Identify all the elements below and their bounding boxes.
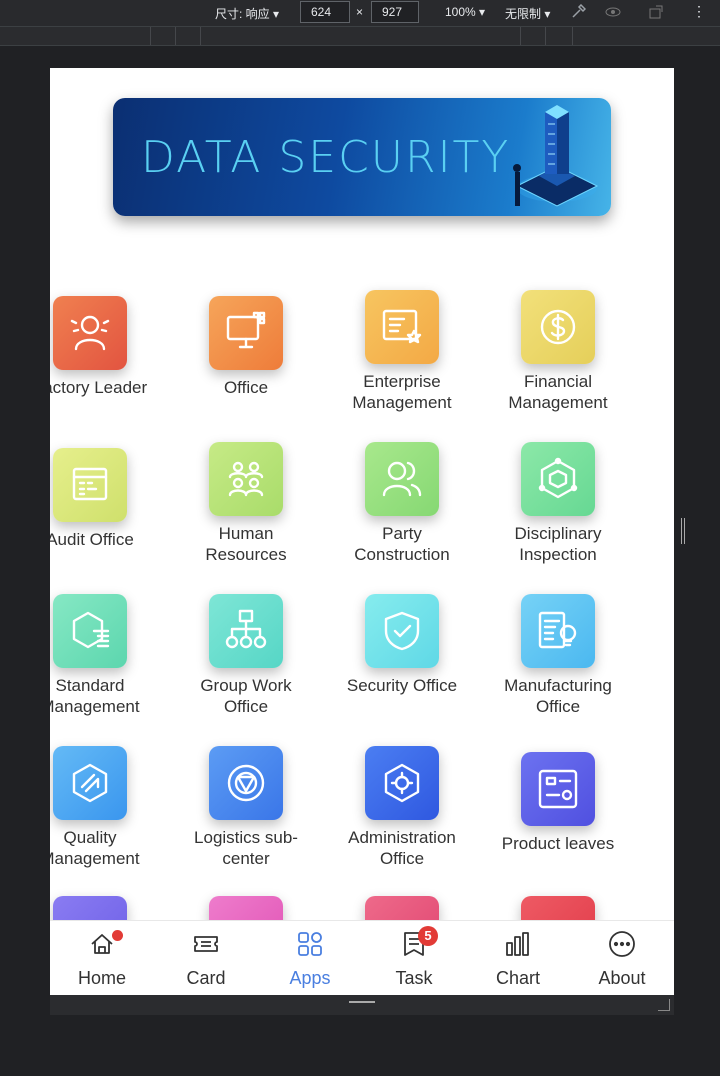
hexagon-list-icon: [72, 611, 110, 649]
tab-card[interactable]: Card: [154, 921, 258, 995]
product-card-icon: [538, 769, 578, 809]
media-query-ruler: [0, 26, 720, 46]
viewport-resize-bar: [50, 995, 674, 1015]
task-count-badge: 5: [418, 926, 438, 946]
app-label: Financial Management: [508, 372, 608, 412]
devtools-toolbar: 尺寸: 响应 ▾ 624 × 927 100% ▾ 无限制 ▾ ⋮: [0, 0, 720, 26]
device-viewport: DATA SECURITY Factory Leader Office Enterp…: [50, 68, 674, 995]
tab-home[interactable]: Home: [50, 921, 154, 995]
app-label: Standard Management: [50, 676, 140, 716]
app-label: Office: [223, 378, 269, 397]
hexagon-network-icon: [538, 457, 578, 499]
document-bulb-icon: [538, 611, 577, 649]
data-security-banner: DATA SECURITY: [113, 98, 611, 216]
app-label: Disciplinary Inspection: [514, 524, 602, 564]
viewport-height-input[interactable]: 927: [371, 1, 419, 23]
hexagon-cog-icon: [384, 763, 420, 803]
dimensions-dropdown[interactable]: 尺寸: 响应 ▾: [215, 5, 279, 22]
app-label: Audit Office: [50, 530, 134, 549]
dollar-coin-app-tile[interactable]: [521, 290, 595, 364]
shield-check-icon: [384, 611, 420, 651]
bottom-tab-bar: Home Card Apps Task 5 Chart About: [50, 920, 674, 995]
app-label: Security Office: [346, 676, 458, 695]
org-chart-app-tile[interactable]: [209, 594, 283, 668]
monitor-icon: [226, 311, 266, 349]
rotate-device-icon[interactable]: [648, 4, 666, 20]
calculator-app-tile[interactable]: [53, 448, 127, 522]
app-label: Logistics sub-center: [194, 828, 298, 868]
more-options-icon[interactable]: ⋮: [692, 3, 706, 20]
app-label: Product leaves: [501, 834, 615, 853]
more-dots-icon: [609, 931, 635, 957]
target-circle-icon: [227, 764, 265, 802]
tab-about[interactable]: About: [570, 921, 674, 995]
tab-apps[interactable]: Apps: [258, 921, 362, 995]
hexagon-box-app-tile[interactable]: [53, 746, 127, 820]
tab-label: Home: [77, 968, 126, 988]
tab-task[interactable]: Task 5: [362, 921, 466, 995]
app-label: Party Construction: [354, 524, 450, 564]
app-label: Manufacturing Office: [504, 676, 612, 716]
banner-title: DATA SECURITY: [141, 132, 511, 183]
app-label: Factory Leader: [50, 378, 148, 397]
hexagon-box-icon: [72, 763, 108, 803]
tab-label: Apps: [289, 968, 331, 988]
tab-label: Chart: [495, 968, 540, 988]
ticket-icon: [194, 936, 218, 952]
certificate-icon: [382, 309, 422, 344]
grid-apps-icon: [298, 932, 322, 956]
color-picker-icon[interactable]: [570, 4, 586, 20]
app-label: Human Resources: [205, 524, 287, 564]
eye-icon[interactable]: [604, 5, 622, 19]
certificate-app-tile[interactable]: [365, 290, 439, 364]
calculator-icon: [72, 467, 108, 501]
app-label: Administration Office: [348, 828, 456, 868]
tab-chart[interactable]: Chart: [466, 921, 570, 995]
resize-handle-right[interactable]: [681, 518, 685, 544]
hexagon-cog-app-tile[interactable]: [365, 746, 439, 820]
people-group-app-tile[interactable]: [209, 442, 283, 516]
person-app-tile[interactable]: [53, 296, 127, 370]
bar-chart-icon: [506, 932, 529, 956]
app-label: Enterprise Management: [352, 372, 452, 412]
dollar-coin-icon: [540, 309, 576, 345]
document-bulb-app-tile[interactable]: [521, 594, 595, 668]
hexagon-network-app-tile[interactable]: [521, 442, 595, 516]
product-card-app-tile[interactable]: [521, 752, 595, 826]
people-group-icon: [228, 461, 264, 497]
tab-label: Card: [186, 968, 226, 988]
monitor-app-tile[interactable]: [209, 296, 283, 370]
two-people-app-tile[interactable]: [365, 442, 439, 516]
tab-label: About: [598, 968, 646, 988]
notification-dot: [112, 930, 123, 941]
person-icon: [70, 315, 110, 351]
throttle-dropdown[interactable]: 无限制 ▾: [505, 5, 550, 22]
app-label: Group Work Office: [200, 676, 292, 716]
target-circle-app-tile[interactable]: [209, 746, 283, 820]
hexagon-list-app-tile[interactable]: [53, 594, 127, 668]
times-sign: ×: [356, 5, 364, 19]
server-building-icon: [513, 105, 599, 207]
resize-corner-icon[interactable]: [658, 999, 670, 1011]
zoom-dropdown[interactable]: 100% ▾: [445, 5, 485, 19]
shield-check-app-tile[interactable]: [365, 594, 439, 668]
org-chart-icon: [225, 609, 267, 649]
two-people-icon: [382, 461, 422, 497]
resize-handle-bottom[interactable]: [349, 1001, 375, 1003]
viewport-width-input[interactable]: 624: [300, 1, 350, 23]
app-label: Quality Management: [50, 828, 140, 868]
tab-label: Task: [395, 968, 433, 988]
